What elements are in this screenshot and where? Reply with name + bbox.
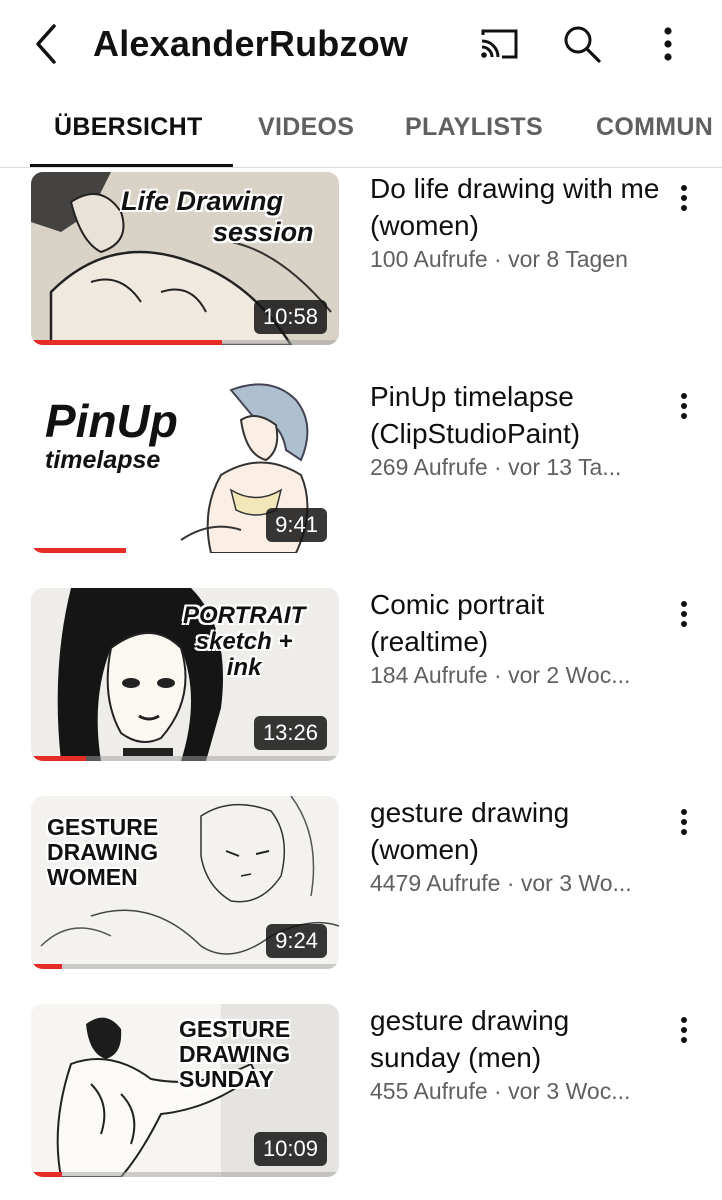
watch-progress-bar <box>31 340 222 345</box>
video-thumbnail[interactable]: PORTRAIT sketch + ink 13:26 <box>31 588 339 761</box>
video-title[interactable]: Do life drawing with me (women) <box>370 170 660 244</box>
more-vertical-icon <box>664 27 672 61</box>
video-thumbnail[interactable]: GESTURE DRAWING SUNDAY 10:09 <box>31 1004 339 1177</box>
video-duration: 9:24 <box>266 924 327 958</box>
more-vertical-icon <box>681 809 687 835</box>
more-vertical-icon <box>681 185 687 211</box>
video-menu-button[interactable] <box>670 178 698 218</box>
thumbnail-caption: GESTURE DRAWING WOMEN <box>47 814 159 890</box>
chevron-left-icon <box>36 24 56 64</box>
video-duration: 10:58 <box>253 300 327 334</box>
video-menu-button[interactable] <box>670 802 698 842</box>
tab-playlists[interactable]: PLAYLISTS <box>405 96 543 167</box>
video-duration: 13:26 <box>253 716 327 750</box>
channel-title: AlexanderRubzow <box>93 23 409 64</box>
video-thumbnail[interactable]: PinUp timelapse 9:41 <box>31 380 339 553</box>
video-item[interactable]: PORTRAIT sketch + ink 13:26 Comic portra… <box>0 586 722 762</box>
thumbnail-caption: GESTURE DRAWING SUNDAY <box>179 1016 291 1092</box>
more-options-button[interactable] <box>644 20 692 68</box>
cast-icon <box>481 29 518 59</box>
tab-community[interactable]: COMMUN <box>596 96 713 167</box>
search-button[interactable] <box>558 20 606 68</box>
video-stats: 4479 Aufrufe · vor 3 Wo... <box>370 870 632 896</box>
watch-progress-bar <box>31 964 62 969</box>
video-meta: Do life drawing with me (women) 100 Aufr… <box>370 170 660 274</box>
watch-progress-bar <box>31 1172 62 1177</box>
cast-button[interactable] <box>475 20 523 68</box>
tab-overview[interactable]: ÜBERSICHT <box>54 96 203 167</box>
active-tab-indicator <box>30 164 233 167</box>
video-title[interactable]: PinUp timelapse (ClipStudioPaint) <box>370 378 660 452</box>
watch-progress-track <box>31 756 339 761</box>
video-stats: 184 Aufrufe · vor 2 Woc... <box>370 662 631 688</box>
video-meta: gesture drawing (women) 4479 Aufrufe · v… <box>370 794 660 898</box>
watch-progress-bar <box>31 548 127 553</box>
video-duration: 10:09 <box>253 1132 327 1166</box>
more-vertical-icon <box>681 1017 687 1043</box>
video-stats: 455 Aufrufe · vor 3 Woc... <box>370 1078 631 1104</box>
tab-videos[interactable]: VIDEOS <box>258 96 354 167</box>
video-title[interactable]: gesture drawing (women) <box>370 794 660 868</box>
video-menu-button[interactable] <box>670 386 698 426</box>
video-meta: PinUp timelapse (ClipStudioPaint) 269 Au… <box>370 378 660 482</box>
video-thumbnail[interactable]: GESTURE DRAWING WOMEN 9:24 <box>31 796 339 969</box>
video-title[interactable]: Comic portrait (realtime) <box>370 586 660 660</box>
channel-tabs: ÜBERSICHT VIDEOS PLAYLISTS COMMUN <box>0 96 722 168</box>
video-item[interactable]: PinUp timelapse 9:41 PinUp timelapse (Cl… <box>0 378 722 554</box>
video-item[interactable]: GESTURE DRAWING WOMEN 9:24 gesture drawi… <box>0 794 722 970</box>
back-button[interactable] <box>26 20 66 68</box>
video-meta: Comic portrait (realtime) 184 Aufrufe · … <box>370 586 660 690</box>
video-item[interactable]: GESTURE DRAWING SUNDAY 10:09 gesture dra… <box>0 1002 722 1178</box>
watch-progress-bar <box>31 756 87 761</box>
video-stats: 100 Aufrufe · vor 8 Tagen <box>370 246 628 272</box>
thumbnail-caption: Life Drawing session <box>121 186 314 247</box>
video-menu-button[interactable] <box>670 594 698 634</box>
thumbnail-caption: PinUp timelapse <box>45 395 178 474</box>
watch-progress-track <box>31 340 339 345</box>
video-menu-button[interactable] <box>670 1010 698 1050</box>
watch-progress-track <box>31 964 339 969</box>
more-vertical-icon <box>681 393 687 419</box>
video-meta: gesture drawing sunday (men) 455 Aufrufe… <box>370 1002 660 1106</box>
more-vertical-icon <box>681 601 687 627</box>
video-stats: 269 Aufrufe · vor 13 Ta... <box>370 454 622 480</box>
video-item[interactable]: Life Drawing session 10:58 Do life drawi… <box>0 170 722 346</box>
video-title[interactable]: gesture drawing sunday (men) <box>370 1002 660 1076</box>
watch-progress-track <box>31 548 339 553</box>
app-header: AlexanderRubzow <box>0 0 722 88</box>
video-list: Life Drawing session 10:58 Do life drawi… <box>0 170 722 1200</box>
video-duration: 9:41 <box>266 508 327 542</box>
thumbnail-caption: PORTRAIT sketch + ink <box>183 602 306 681</box>
search-icon <box>564 26 601 63</box>
video-thumbnail[interactable]: Life Drawing session 10:58 <box>31 172 339 345</box>
watch-progress-track <box>31 1172 339 1177</box>
